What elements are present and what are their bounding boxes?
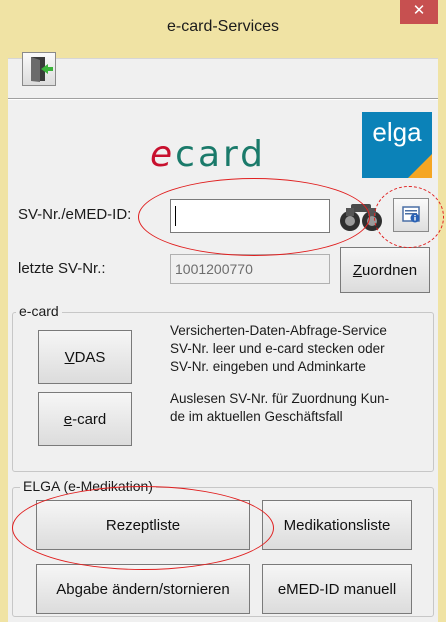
rezeptliste-button[interactable]: Rezeptliste (36, 500, 250, 550)
elga-group-title: ELGA (e-Medikation) (20, 478, 156, 494)
ecard-read-button[interactable]: e -card (38, 392, 132, 446)
ecard-group-title: e-card (16, 303, 62, 319)
search-button[interactable] (338, 196, 384, 236)
medikationsliste-button[interactable]: Medikationsliste (262, 500, 412, 550)
ecard-logo: ecard (150, 134, 267, 175)
zuordnen-button[interactable]: Zuordnen (340, 247, 430, 293)
vdas-button[interactable]: V DAS (38, 330, 132, 384)
emed-id-manual-button[interactable]: eMED-ID manuell (262, 564, 412, 614)
elga-logo-corner (408, 154, 432, 178)
toolbar-separator (8, 98, 438, 100)
abgabe-aendern-button[interactable]: Abgabe ändern/stornieren (36, 564, 250, 614)
last-sv-nr-field: 1001200770 (170, 254, 330, 284)
info-card-icon (402, 206, 420, 223)
window-title: e-card-Services (166, 18, 280, 35)
sv-nr-input[interactable] (170, 199, 330, 233)
app-window: e-card-Services ✕ ecard elga SV-Nr./eMED… (0, 0, 446, 622)
ecard-description: Auslesen SV-Nr. für Zuordnung Kun- de im… (170, 391, 390, 424)
close-button[interactable]: ✕ (400, 0, 438, 24)
vdas-description: Versicherten-Daten-Abfrage-Service SV-Nr… (170, 323, 387, 374)
exit-button[interactable] (22, 52, 56, 86)
binoculars-icon (340, 204, 382, 231)
door-exit-icon (31, 57, 53, 82)
text-caret (175, 206, 176, 226)
elga-logo: elga (362, 112, 432, 178)
title-bar: e-card-Services ✕ (0, 0, 446, 58)
info-button[interactable] (393, 198, 429, 232)
sv-nr-label: SV-Nr./eMED-ID: (18, 206, 132, 223)
last-sv-nr-label: letzte SV-Nr.: (18, 260, 106, 277)
